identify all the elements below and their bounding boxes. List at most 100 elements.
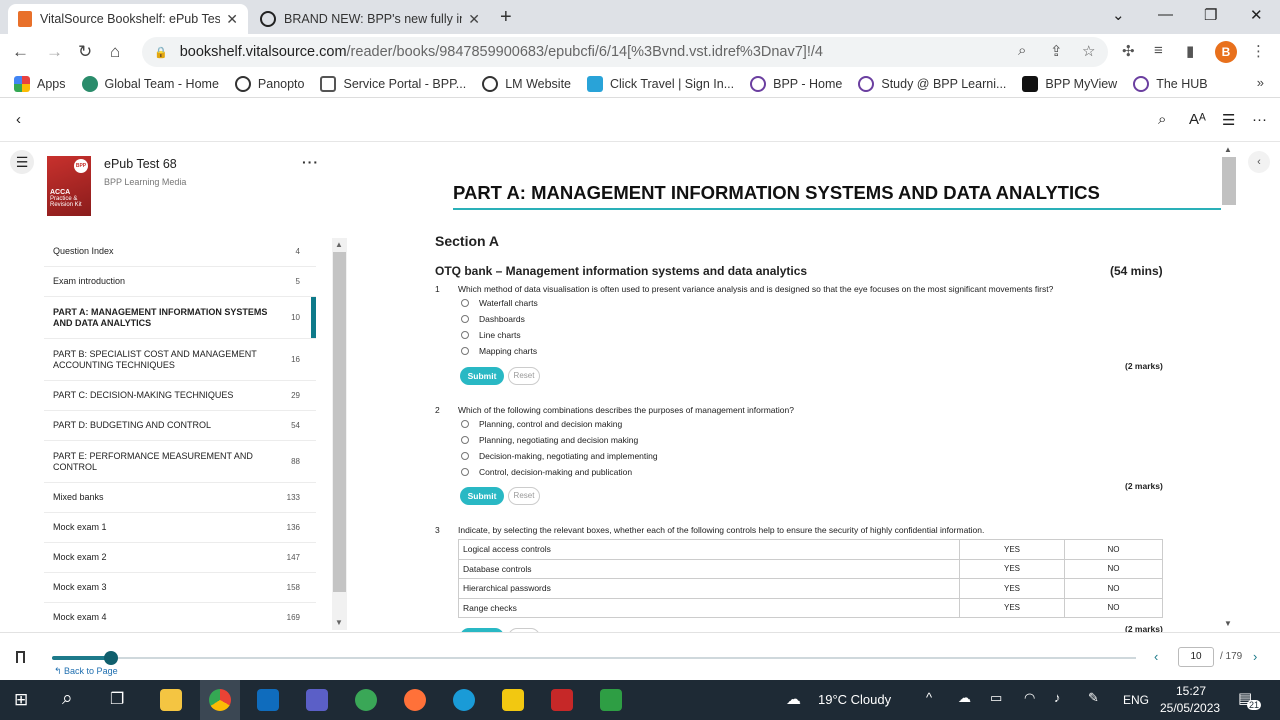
star-icon[interactable]: ☆: [1082, 42, 1095, 60]
pdf-icon[interactable]: [551, 689, 573, 711]
bookmark-lm-website[interactable]: LM Website: [482, 75, 571, 92]
toc-item[interactable]: Mixed banks 133: [44, 483, 316, 513]
edge-icon[interactable]: [453, 689, 475, 711]
radio-button[interactable]: [461, 468, 469, 476]
yes-cell[interactable]: YES: [959, 539, 1065, 560]
more-options-icon[interactable]: ···: [1252, 111, 1267, 128]
toc-item[interactable]: Mock exam 3 158: [44, 573, 316, 603]
new-tab-button[interactable]: +: [500, 6, 512, 29]
option-line-charts[interactable]: Line charts: [461, 330, 521, 340]
option-mapping-charts[interactable]: Mapping charts: [461, 346, 537, 356]
bookmark-panopto[interactable]: Panopto: [234, 75, 304, 92]
toc-item[interactable]: PART A: MANAGEMENT INFORMATION SYSTEMS A…: [44, 297, 316, 339]
chevron-left-icon[interactable]: ‹: [1248, 151, 1270, 173]
option-dashboards[interactable]: Dashboards: [461, 314, 525, 324]
scroll-down-icon[interactable]: ▼: [335, 618, 343, 627]
onedrive-icon[interactable]: ☁: [958, 690, 971, 706]
toc-item[interactable]: Exam introduction 5: [44, 267, 316, 297]
bookmark-bpp-home[interactable]: BPP - Home: [750, 75, 842, 92]
progress-track[interactable]: [52, 657, 1136, 659]
chrome-icon[interactable]: [209, 689, 231, 711]
file-explorer-icon[interactable]: [160, 689, 182, 711]
yes-cell[interactable]: YES: [959, 597, 1065, 618]
content-scroll-thumb[interactable]: [1222, 157, 1236, 205]
weather-text[interactable]: 19°C Cloudy: [818, 692, 891, 707]
search-icon[interactable]: ⌕: [1158, 111, 1166, 128]
no-cell[interactable]: NO: [1064, 578, 1163, 599]
wifi-icon[interactable]: ◠: [1024, 690, 1035, 706]
submit-button[interactable]: Submit: [460, 487, 504, 505]
toc-scrollbar[interactable]: ▲ ▼: [332, 238, 347, 630]
volume-icon[interactable]: ♪: [1054, 690, 1061, 705]
cube-app-icon[interactable]: [600, 689, 622, 711]
radio-button[interactable]: [461, 315, 469, 323]
task-view-icon[interactable]: ❐: [110, 689, 124, 709]
url-field[interactable]: 🔒 bookshelf.vitalsource.com/reader/books…: [142, 37, 1108, 67]
reset-button[interactable]: Reset: [508, 487, 540, 505]
bookmarks-overflow-button[interactable]: »: [1257, 75, 1264, 90]
option-decision-negotiating[interactable]: Decision-making, negotiating and impleme…: [461, 451, 658, 461]
option-control-publication[interactable]: Control, decision-making and publication: [461, 467, 632, 477]
chevron-left-icon[interactable]: ‹: [16, 111, 21, 128]
teams-icon[interactable]: [306, 689, 328, 711]
reset-button[interactable]: Reset: [508, 367, 540, 385]
scroll-up-icon[interactable]: ▲: [335, 240, 343, 249]
bookmark-click-travel[interactable]: Click Travel | Sign In...: [587, 75, 734, 92]
option-planning-control[interactable]: Planning, control and decision making: [461, 419, 622, 429]
tab-bpp-brand-new[interactable]: BRAND NEW: BPP's new fully interactive ✕: [250, 4, 490, 34]
page-number-input[interactable]: 10: [1178, 647, 1214, 667]
browser-menu-icon[interactable]: ⋮: [1251, 42, 1266, 60]
next-page-icon[interactable]: ›: [1253, 649, 1257, 664]
bookmark-apps[interactable]: Apps: [14, 75, 66, 92]
close-window-button[interactable]: ✕: [1250, 6, 1263, 24]
bookmark-icon[interactable]: [16, 651, 25, 663]
radio-button[interactable]: [461, 299, 469, 307]
home-icon[interactable]: ⌂: [110, 42, 120, 62]
clock-date[interactable]: 25/05/2023: [1160, 701, 1220, 715]
back-arrow-icon[interactable]: ←: [12, 42, 29, 62]
extensions-icon[interactable]: ✣: [1122, 42, 1135, 60]
option-planning-negotiating[interactable]: Planning, negotiating and decision makin…: [461, 435, 638, 445]
radio-button[interactable]: [461, 347, 469, 355]
text-size-icon[interactable]: Aᴬ: [1189, 111, 1206, 128]
radio-button[interactable]: [461, 331, 469, 339]
no-cell[interactable]: NO: [1064, 558, 1163, 579]
scroll-down-icon[interactable]: ▼: [1224, 619, 1232, 628]
globe-icon[interactable]: [355, 689, 377, 711]
option-waterfall[interactable]: Waterfall charts: [461, 298, 538, 308]
toc-item[interactable]: Mock exam 1 136: [44, 513, 316, 543]
radio-button[interactable]: [461, 420, 469, 428]
restore-button[interactable]: ❐: [1204, 6, 1217, 24]
side-panel-icon[interactable]: ▮: [1186, 42, 1194, 60]
progress-handle[interactable]: [104, 651, 118, 665]
bookmark-bpp-myview[interactable]: BPP MyView: [1022, 75, 1117, 92]
chevron-up-icon[interactable]: ^: [926, 690, 932, 705]
clock-time[interactable]: 15:27: [1176, 684, 1206, 698]
tab-search-icon[interactable]: ⌄: [1112, 6, 1125, 24]
outlook-icon[interactable]: [257, 689, 279, 711]
forward-arrow-icon[interactable]: →: [46, 42, 63, 62]
toc-item[interactable]: PART D: BUDGETING AND CONTROL 54: [44, 411, 316, 441]
bookmark-the-hub[interactable]: The HUB: [1133, 75, 1208, 92]
scroll-up-icon[interactable]: ▲: [1224, 145, 1232, 154]
firefox-icon[interactable]: [404, 689, 426, 711]
share-icon[interactable]: ⇪: [1050, 42, 1063, 60]
yes-cell[interactable]: YES: [959, 578, 1065, 599]
prev-page-icon[interactable]: ‹: [1154, 649, 1158, 664]
no-cell[interactable]: NO: [1064, 539, 1163, 560]
toc-toggle-icon[interactable]: ☰: [10, 150, 34, 174]
toc-scroll-thumb[interactable]: [333, 252, 346, 592]
bookmark-service-portal[interactable]: Service Portal - BPP...: [320, 75, 466, 92]
toc-item[interactable]: Mock exam 2 147: [44, 543, 316, 573]
toc-item[interactable]: PART B: SPECIALIST COST AND MANAGEMENT A…: [44, 339, 316, 381]
reload-icon[interactable]: ↻: [78, 42, 92, 62]
battery-icon[interactable]: ▭: [990, 690, 1002, 706]
content-scrollbar[interactable]: ▲ ▼: [1221, 145, 1237, 630]
bookmark-study-bpp[interactable]: Study @ BPP Learni...: [858, 75, 1006, 92]
radio-button[interactable]: [461, 436, 469, 444]
close-tab-icon[interactable]: ✕: [226, 11, 238, 28]
toc-item[interactable]: Question Index 4: [44, 237, 316, 267]
pen-icon[interactable]: ✎: [1088, 690, 1099, 706]
bookmark-global-team[interactable]: Global Team - Home: [81, 75, 219, 92]
zoom-search-icon[interactable]: ⌕: [1018, 42, 1026, 59]
